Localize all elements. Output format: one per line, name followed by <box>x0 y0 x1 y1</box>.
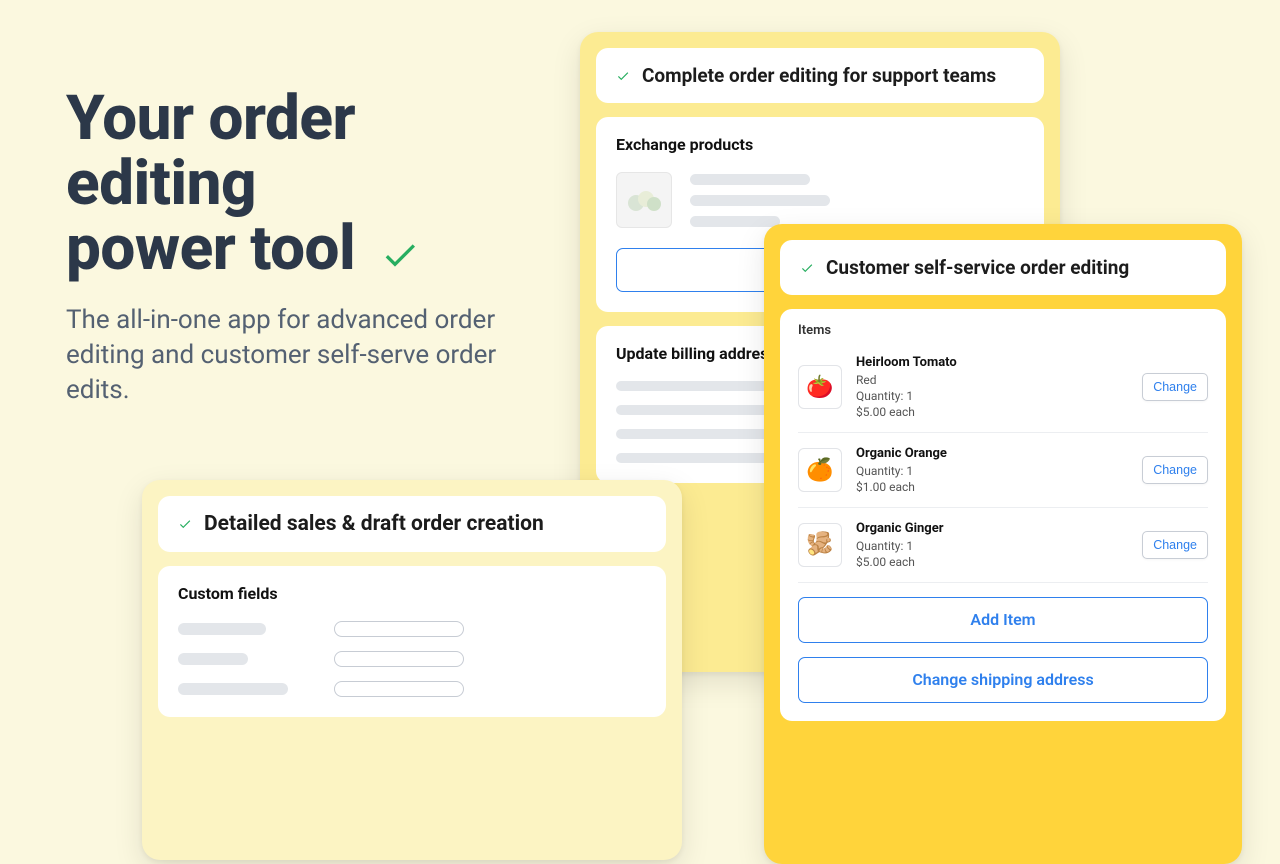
hero-line3: power tool <box>66 212 355 285</box>
list-item: 🍅 Heirloom Tomato Red Quantity: 1 $5.00 … <box>798 342 1208 433</box>
item-thumbnail: 🫚 <box>798 523 842 567</box>
change-button[interactable]: Change <box>1142 531 1208 559</box>
change-button[interactable]: Change <box>1142 456 1208 484</box>
orange-icon: 🍊 <box>806 458 833 483</box>
item-price: $5.00 each <box>856 554 1128 570</box>
ginger-icon: 🫚 <box>806 532 833 557</box>
product-row <box>616 172 1024 228</box>
field-label-placeholder <box>178 683 288 695</box>
checkmark-icon <box>614 69 632 83</box>
change-shipping-button[interactable]: Change shipping address <box>798 657 1208 703</box>
item-price: $1.00 each <box>856 479 1128 495</box>
field-label-placeholder <box>178 653 248 665</box>
product-skeleton <box>690 174 1024 227</box>
items-label: Items <box>798 323 1208 338</box>
custom-fields-section: Custom fields <box>158 566 666 717</box>
exchange-products-heading: Exchange products <box>616 135 1024 154</box>
hero-line1: Your order <box>66 82 355 155</box>
checkmark-icon <box>798 261 816 275</box>
item-info: Organic Orange Quantity: 1 $1.00 each <box>856 445 1128 495</box>
card-customer-title-row: Customer self-service order editing <box>780 240 1226 295</box>
item-name: Organic Ginger <box>856 520 1128 538</box>
field-input-placeholder[interactable] <box>334 621 464 637</box>
card-support-title-row: Complete order editing for support teams <box>596 48 1044 103</box>
item-variant: Red <box>856 372 1128 388</box>
hero: Your order editing power tool The all-in… <box>66 86 536 409</box>
custom-fields-rows <box>178 621 646 697</box>
field-input-placeholder[interactable] <box>334 681 464 697</box>
field-label-placeholder <box>178 623 266 635</box>
card-sales-title-row: Detailed sales & draft order creation <box>158 496 666 552</box>
card-customer-title: Customer self-service order editing <box>826 256 1129 279</box>
hero-line2: editing <box>66 147 256 220</box>
item-qty: Quantity: 1 <box>856 463 1128 479</box>
item-thumbnail: 🍊 <box>798 448 842 492</box>
tomato-icon: 🍅 <box>806 375 833 400</box>
checkmark-icon <box>376 235 424 275</box>
add-item-button[interactable]: Add Item <box>798 597 1208 643</box>
item-name: Heirloom Tomato <box>856 354 1128 372</box>
item-info: Heirloom Tomato Red Quantity: 1 $5.00 ea… <box>856 354 1128 420</box>
product-thumbnail <box>616 172 672 228</box>
item-thumbnail: 🍅 <box>798 365 842 409</box>
items-section: Items 🍅 Heirloom Tomato Red Quantity: 1 … <box>780 309 1226 721</box>
change-button[interactable]: Change <box>1142 373 1208 401</box>
item-qty: Quantity: 1 <box>856 388 1128 404</box>
list-item: 🍊 Organic Orange Quantity: 1 $1.00 each … <box>798 433 1208 508</box>
item-info: Organic Ginger Quantity: 1 $5.00 each <box>856 520 1128 570</box>
field-input-placeholder[interactable] <box>334 651 464 667</box>
checkmark-icon <box>176 517 194 531</box>
card-customer-selfservice: Customer self-service order editing Item… <box>764 224 1242 864</box>
page-title: Your order editing power tool <box>66 86 536 281</box>
item-qty: Quantity: 1 <box>856 538 1128 554</box>
custom-fields-heading: Custom fields <box>178 584 646 603</box>
list-item: 🫚 Organic Ginger Quantity: 1 $5.00 each … <box>798 508 1208 583</box>
card-support-title: Complete order editing for support teams <box>642 64 996 87</box>
item-price: $5.00 each <box>856 404 1128 420</box>
card-sales-title: Detailed sales & draft order creation <box>204 512 544 536</box>
card-sales-draft: Detailed sales & draft order creation Cu… <box>142 480 682 860</box>
item-name: Organic Orange <box>856 445 1128 463</box>
hero-subtitle: The all-in-one app for advanced order ed… <box>66 303 506 408</box>
